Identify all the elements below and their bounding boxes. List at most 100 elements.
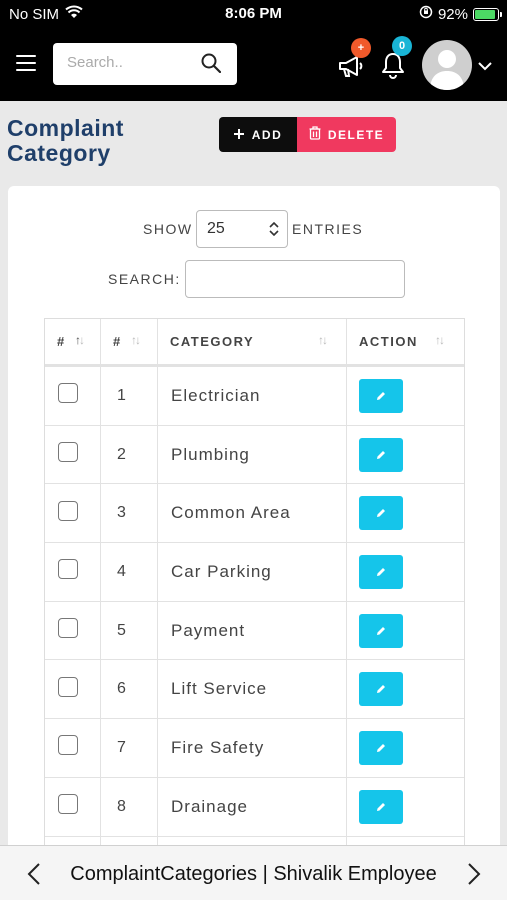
sort-icon[interactable]: ↑↓ xyxy=(435,333,445,347)
row-category: Plumbing xyxy=(158,425,347,485)
row-select-cell xyxy=(45,601,101,661)
row-number: 2 xyxy=(101,425,158,485)
bell-badge: 0 xyxy=(392,36,412,56)
row-select-cell xyxy=(45,660,101,720)
trash-icon xyxy=(309,126,321,143)
table-row: 2 Plumbing xyxy=(45,425,464,485)
row-checkbox[interactable] xyxy=(58,442,78,463)
add-button[interactable]: ADD xyxy=(219,117,297,152)
row-number: 3 xyxy=(101,484,158,544)
page-title: Complaint Category xyxy=(7,116,124,166)
megaphone-icon xyxy=(337,56,365,84)
column-header-category-label: CATEGORY xyxy=(170,334,255,349)
row-action-cell xyxy=(347,719,464,778)
row-checkbox[interactable] xyxy=(58,500,78,521)
column-header-select[interactable]: # ↑↓ xyxy=(45,319,101,367)
column-header-category[interactable]: CATEGORY ↑↓ xyxy=(158,319,347,367)
row-number: 4 xyxy=(101,543,158,602)
column-header-number-label: # xyxy=(113,334,122,349)
row-checkbox[interactable] xyxy=(58,676,78,697)
row-action-cell xyxy=(347,484,464,544)
row-category: Electrician xyxy=(158,367,347,426)
category-table: # ↑↓ # ↑↓ CATEGORY ↑↓ ACTION ↑↓ 1 Electr… xyxy=(44,318,465,900)
orientation-lock-icon xyxy=(419,5,433,23)
megaphone-notification[interactable]: + xyxy=(337,38,371,84)
row-select-cell xyxy=(45,777,101,837)
row-select-cell xyxy=(45,719,101,778)
pencil-icon xyxy=(377,743,385,752)
row-checkbox[interactable] xyxy=(58,383,78,404)
app-header: + 0 xyxy=(0,28,507,101)
menu-icon[interactable] xyxy=(16,55,36,73)
edit-button[interactable] xyxy=(359,496,403,531)
avatar[interactable] xyxy=(422,40,472,90)
row-action-cell xyxy=(347,602,464,661)
add-button-label: ADD xyxy=(251,127,283,142)
megaphone-badge: + xyxy=(351,38,371,58)
edit-button[interactable] xyxy=(359,613,403,648)
chevron-down-icon[interactable] xyxy=(478,58,492,76)
row-number: 7 xyxy=(101,719,158,778)
sort-icon[interactable]: ↑↓ xyxy=(131,333,141,347)
entries-label: ENTRIES xyxy=(292,221,364,237)
sort-icon[interactable]: ↑↓ xyxy=(318,333,328,347)
edit-button[interactable] xyxy=(359,672,403,707)
search-icon[interactable] xyxy=(201,53,222,78)
delete-button[interactable]: DELETE xyxy=(297,117,396,152)
row-checkbox[interactable] xyxy=(58,794,78,815)
edit-button[interactable] xyxy=(359,730,403,765)
row-select-cell xyxy=(45,484,101,544)
header-search[interactable] xyxy=(53,43,237,85)
row-number: 5 xyxy=(101,601,158,661)
table-row: 6 Lift Service xyxy=(45,660,464,720)
row-action-cell xyxy=(347,543,464,602)
table-search-row: SEARCH: xyxy=(8,260,500,298)
row-checkbox[interactable] xyxy=(58,618,78,639)
row-action-cell xyxy=(347,778,464,837)
edit-button[interactable] xyxy=(359,554,403,589)
row-category: Drainage xyxy=(158,777,347,837)
row-action-cell xyxy=(347,426,464,485)
page-title-line2: Category xyxy=(7,140,111,166)
column-header-action[interactable]: ACTION ↑↓ xyxy=(347,319,464,367)
table-row: 1 Electrician xyxy=(45,367,464,426)
row-select-cell xyxy=(45,367,101,426)
chevron-right-icon[interactable] xyxy=(467,862,481,891)
table-row: 7 Fire Safety xyxy=(45,719,464,778)
edit-button[interactable] xyxy=(359,437,403,472)
row-number: 6 xyxy=(101,660,158,720)
row-category: Common Area xyxy=(158,484,347,544)
pencil-icon xyxy=(377,509,385,518)
table-row: 5 Payment xyxy=(45,601,464,661)
table-row: 3 Common Area xyxy=(45,484,464,544)
pencil-icon xyxy=(377,567,385,576)
row-category: Lift Service xyxy=(158,660,347,720)
pencil-icon xyxy=(377,626,385,635)
row-category: Payment xyxy=(158,601,347,661)
row-select-cell xyxy=(45,425,101,485)
entries-value: 25 xyxy=(207,220,225,237)
edit-button[interactable] xyxy=(359,378,403,413)
row-checkbox[interactable] xyxy=(58,735,78,756)
table-search-input[interactable] xyxy=(185,260,405,298)
column-header-select-label: # xyxy=(57,334,66,349)
header-search-input[interactable] xyxy=(67,54,197,71)
table-search-label: SEARCH: xyxy=(108,271,181,287)
row-number: 1 xyxy=(101,367,158,426)
column-header-number[interactable]: # ↑↓ xyxy=(101,319,158,367)
pencil-icon xyxy=(377,802,385,811)
plus-icon xyxy=(233,128,244,142)
edit-button[interactable] xyxy=(359,789,403,824)
row-number: 8 xyxy=(101,777,158,837)
entries-select[interactable]: 25 xyxy=(196,210,288,248)
row-checkbox[interactable] xyxy=(58,559,78,580)
row-category: Fire Safety xyxy=(158,719,347,778)
sort-icon[interactable]: ↑↓ xyxy=(75,333,85,347)
row-action-cell xyxy=(347,660,464,720)
delete-button-label: DELETE xyxy=(327,127,385,142)
status-bar: No SIM 8:06 PM 92% xyxy=(0,0,507,28)
row-action-cell xyxy=(347,367,464,426)
bell-notification[interactable]: 0 xyxy=(380,36,412,84)
show-entries-row: SHOW 25 ENTRIES xyxy=(8,210,500,248)
bell-icon xyxy=(380,53,406,84)
